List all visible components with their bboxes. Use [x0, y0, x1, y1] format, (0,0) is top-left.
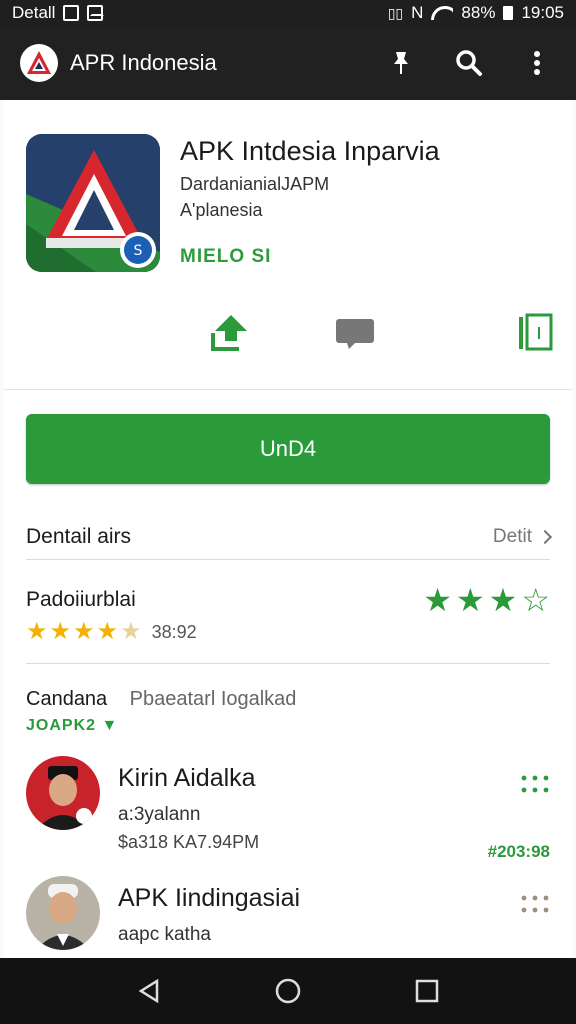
- comments-subtitle: Pbaeatarl Iogalkad: [129, 688, 297, 710]
- app-bar-actions: [386, 48, 552, 78]
- clock: 19:05: [521, 3, 564, 22]
- status-label: Detall: [12, 3, 56, 22]
- comment-icon[interactable]: [330, 308, 380, 358]
- chevron-right-icon: [537, 529, 553, 544]
- rate-stars[interactable]: ★ ★ ★ ☆: [423, 584, 550, 616]
- details-link[interactable]: Detit: [492, 525, 553, 548]
- pin-icon[interactable]: [386, 48, 416, 78]
- more-dots-icon[interactable]: [520, 892, 550, 916]
- reviewer-handle: a:3yalann: [118, 804, 201, 825]
- star-icon: ★: [73, 618, 95, 645]
- app-detail-card: S APK Intdesia Inparvia DardanianialJAPM…: [4, 100, 572, 958]
- comments-tag: JOAPK2 ▼: [26, 717, 119, 734]
- app-bar-title: APR Indonesia: [70, 50, 217, 75]
- quick-actions: [4, 300, 572, 360]
- star-icon[interactable]: ★: [489, 584, 518, 616]
- details-label: Dentail airs: [26, 524, 132, 548]
- network-label: N: [411, 3, 424, 22]
- comments-header: Candana Pbaeatarl Iogalkad JOAPK2 ▼: [26, 688, 550, 735]
- search-icon[interactable]: [454, 48, 484, 78]
- app-developer[interactable]: DardanianialJAPM: [180, 174, 329, 195]
- status-right: ▯▯ N 88% 19:05: [388, 3, 564, 23]
- bookmark-icon[interactable]: [510, 308, 560, 358]
- star-icon: ★: [49, 618, 72, 645]
- star-half-icon: ★: [120, 618, 142, 645]
- rating-stars-small: ★ ★ ★ ★ ★ 38:92: [26, 620, 197, 644]
- star-icon: ★: [96, 618, 119, 645]
- details-link-label: Detit: [492, 525, 532, 547]
- review-score: #203:98: [487, 842, 550, 861]
- app-header: S APK Intdesia Inparvia DardanianialJAPM…: [4, 100, 572, 390]
- reviewer-name: APK Iindingasiai: [118, 884, 301, 912]
- app-name: APK Intdesia Inparvia: [180, 136, 440, 166]
- share-icon[interactable]: [204, 308, 254, 358]
- rating-section: Padoiiurblai ★ ★ ★ ★ ★ 38:92 ★ ★ ★ ☆: [26, 580, 550, 664]
- status-left: Detall: [12, 3, 105, 23]
- mail-icon: [87, 5, 105, 21]
- install-button[interactable]: UnD4: [26, 414, 550, 484]
- more-dots-icon[interactable]: [520, 772, 550, 796]
- star-icon[interactable]: ★: [423, 584, 452, 616]
- back-icon[interactable]: [129, 971, 169, 1011]
- battery-icon: [503, 6, 514, 20]
- details-row[interactable]: Dentail airs Detit: [26, 514, 553, 560]
- status-bar: Detall ▯▯ N 88% 19:05: [0, 0, 576, 26]
- svg-text:S: S: [134, 243, 143, 259]
- wifi-icon: [431, 6, 454, 20]
- star-icon[interactable]: ★: [456, 584, 485, 616]
- avatar: [26, 756, 100, 830]
- vibrate-icon: ▯▯: [387, 4, 404, 21]
- recents-icon[interactable]: [407, 971, 447, 1011]
- comments-title: Candana: [26, 688, 108, 710]
- brand-logo-icon[interactable]: [20, 44, 58, 82]
- battery-percent: 88%: [461, 3, 496, 22]
- avatar: [26, 876, 100, 950]
- more-vert-icon[interactable]: [522, 48, 552, 78]
- rating-count: 38:92: [151, 621, 197, 642]
- star-outline-icon[interactable]: ☆: [521, 584, 550, 616]
- reviewer-name: Kirin Aidalka: [118, 764, 256, 792]
- review-item[interactable]: APK Iindingasiai aapc katha: [26, 876, 550, 958]
- app-category[interactable]: A'planesia: [180, 200, 263, 221]
- home-icon[interactable]: [268, 971, 308, 1011]
- review-meta: $a318 KA7.94PM: [118, 832, 260, 852]
- app-icon: S: [26, 134, 160, 272]
- review-item[interactable]: Kirin Aidalka a:3yalann $a318 KA7.94PM #…: [26, 756, 550, 861]
- app-bar: APR Indonesia: [0, 26, 576, 100]
- notification-icon: [63, 5, 80, 21]
- rating-title: Padoiiurblai: [26, 588, 136, 611]
- system-nav-bar: [0, 958, 576, 1024]
- reviewer-handle: aapc katha: [118, 924, 211, 945]
- app-badge: MIELO SI: [180, 246, 272, 267]
- star-icon: ★: [26, 618, 48, 645]
